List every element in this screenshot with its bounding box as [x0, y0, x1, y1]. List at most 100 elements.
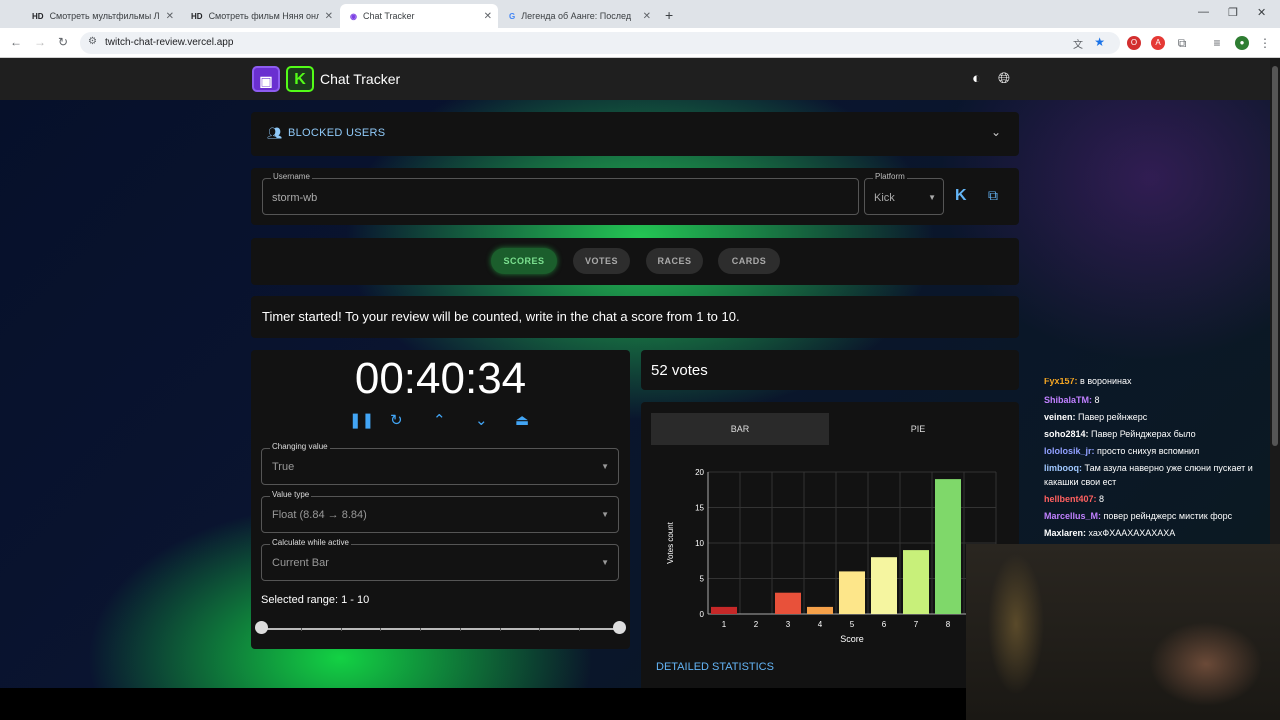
chat-text: Павер рейнжерс	[1078, 412, 1148, 422]
eject-icon[interactable]: ⏏	[515, 411, 529, 429]
dropdown-arrow-icon: ▼	[928, 193, 936, 202]
browser-tab-1[interactable]: HD Смотреть мультфильмы Легенд... ✕	[22, 4, 180, 28]
tab-favicon: G	[509, 11, 516, 21]
x-tick-label: 1	[722, 620, 727, 629]
changing-value-select[interactable]: Changing value True ▼	[261, 442, 619, 485]
kick-icon[interactable]: K	[955, 187, 967, 205]
opera-extension-icon[interactable]: O	[1127, 36, 1141, 50]
restart-icon[interactable]: ↻	[390, 411, 403, 429]
close-icon[interactable]: ✕	[643, 11, 651, 22]
changing-value-label: Changing value	[270, 442, 330, 451]
range-slider-max-handle[interactable]	[613, 621, 626, 634]
chat-message: Maxlaren: хахФХААХАХАХАХА	[1044, 526, 1268, 540]
bookmark-star-icon[interactable]: ★	[1094, 35, 1105, 49]
profile-avatar[interactable]: ●	[1235, 36, 1249, 50]
chat-username: ShibalaTM:	[1044, 395, 1095, 405]
chat-username: Maxlaren:	[1044, 528, 1089, 538]
x-axis-label: Score	[840, 634, 864, 644]
tab-cards[interactable]: CARDS	[718, 248, 780, 274]
copy-icon[interactable]: ⧉	[988, 187, 998, 204]
twitch-logo-icon[interactable]: ▣	[252, 66, 280, 92]
chat-text: 8	[1094, 395, 1100, 405]
chat-message: ShibalaTM: 8	[1044, 393, 1268, 407]
kick-logo-icon[interactable]: K	[286, 66, 314, 92]
chat-message: Fyx157: в воронинах	[1044, 378, 1268, 388]
translate-icon[interactable]: 文	[1073, 36, 1083, 51]
close-icon[interactable]: ✕	[166, 11, 174, 22]
site-info-icon[interactable]: ⚙	[88, 36, 97, 47]
range-slider-tick	[579, 628, 581, 631]
bar	[711, 606, 737, 614]
chart-tab-pie[interactable]: PIE	[829, 413, 1007, 445]
dropdown-arrow-icon: ▼	[601, 558, 609, 567]
new-tab-icon[interactable]: +	[665, 7, 673, 23]
chat-message: veinen: Павер рейнжерс	[1044, 410, 1268, 424]
minimize-icon[interactable]: —	[1198, 6, 1209, 18]
adblock-extension-icon[interactable]: A	[1151, 36, 1165, 50]
pause-icon[interactable]: ❚❚	[349, 411, 374, 429]
url-text: twitch-chat-review.vercel.app	[105, 37, 234, 48]
forward-icon[interactable]: →	[34, 35, 46, 49]
blocked-users-accordion[interactable]: 👥︎ BLOCKED USERS ⌄	[251, 112, 1019, 156]
back-icon[interactable]: ←	[10, 35, 22, 49]
tab-races[interactable]: RACES	[646, 248, 703, 274]
chevron-down-icon[interactable]: ⌄	[475, 411, 488, 429]
bar	[775, 592, 801, 614]
votes-bar-chart: 05101520123456789ScoreVotes count	[666, 468, 997, 644]
value-type-value: Float (8.84 → 8.84)	[272, 509, 367, 521]
platform-select[interactable]: Platform Kick ▼	[864, 172, 944, 215]
window-close-icon[interactable]: ✕	[1257, 6, 1266, 19]
chevron-up-icon[interactable]: ⌃	[433, 411, 446, 429]
browser-tab-bar: HD Смотреть мультфильмы Легенд... ✕ HD С…	[0, 0, 1280, 28]
range-slider-min-handle[interactable]	[255, 621, 268, 634]
chat-message: limbooq: Там азула наверно уже слюни пус…	[1044, 461, 1268, 489]
platform-label: Platform	[873, 172, 907, 181]
bar	[935, 479, 961, 614]
browser-tab-4[interactable]: G Легенда об Аанге: Последний... ✕	[499, 4, 657, 28]
range-slider-track[interactable]	[261, 628, 619, 630]
close-icon[interactable]: ✕	[484, 11, 492, 22]
value-type-label: Value type	[270, 490, 312, 499]
menu-icon[interactable]: ⋮	[1258, 36, 1272, 50]
chat-text: хахФХААХАХАХАХА	[1088, 528, 1176, 538]
timer-display: 00:40:34	[354, 354, 527, 403]
chat-username: veinen:	[1044, 412, 1079, 422]
votes-count: 52 votes	[651, 362, 708, 379]
bar	[903, 550, 929, 614]
app-header: ▣ K Chat Tracker ◐ 🌐︎	[0, 58, 1270, 100]
theme-toggle-icon[interactable]: ◐	[972, 70, 981, 87]
chart-tab-bar[interactable]: BAR	[651, 413, 829, 445]
range-slider-tick	[380, 628, 382, 631]
browser-tab-2[interactable]: HD Смотреть фильм Няня онлайн... ✕	[181, 4, 339, 28]
range-slider-tick	[459, 628, 461, 631]
close-icon[interactable]: ✕	[325, 11, 333, 22]
chevron-down-icon[interactable]: ⌄	[991, 125, 1001, 139]
chat-tracker-favicon-icon: ◉	[350, 11, 357, 21]
chat-message: soho2814: Павер Рейнджерах было	[1044, 427, 1268, 441]
chat-text: Павер Рейнджерах было	[1091, 429, 1196, 439]
reading-list-icon[interactable]: ≡	[1210, 36, 1224, 50]
detailed-statistics-link[interactable]: DETAILED STATISTICS	[656, 661, 774, 673]
tab-scores[interactable]: SCORES	[491, 248, 557, 274]
browser-tab-3[interactable]: ◉ Chat Tracker ✕	[340, 4, 498, 28]
users-icon: 👥︎	[267, 126, 283, 140]
tab-favicon: HD	[191, 11, 203, 21]
platform-value: Kick	[874, 192, 895, 204]
chat-text: 8	[1099, 494, 1105, 504]
url-field[interactable]: ⚙ twitch-chat-review.vercel.app 文 ★	[80, 32, 1120, 54]
scrollbar-thumb[interactable]	[1272, 66, 1278, 446]
chat-message: hellbent407: 8	[1044, 492, 1268, 506]
mode-tabs: SCORES VOTES RACES CARDS	[251, 238, 1019, 285]
tab-votes[interactable]: VOTES	[573, 248, 630, 274]
calculate-while-active-select[interactable]: Calculate while active Current Bar ▼	[261, 538, 619, 581]
extensions-icon[interactable]: ⧉	[1175, 36, 1189, 50]
range-slider-tick	[499, 628, 501, 631]
reload-icon[interactable]: ↻	[58, 35, 68, 49]
tab-title: Смотреть мультфильмы Легенд...	[49, 11, 160, 21]
y-tick-label: 5	[700, 575, 705, 584]
dropdown-arrow-icon: ▼	[601, 510, 609, 519]
language-globe-icon[interactable]: 🌐︎	[998, 70, 1010, 87]
username-field[interactable]: Username storm-wb	[262, 172, 859, 215]
value-type-select[interactable]: Value type Float (8.84 → 8.84) ▼	[261, 490, 619, 533]
restore-icon[interactable]: ❐	[1228, 6, 1238, 19]
